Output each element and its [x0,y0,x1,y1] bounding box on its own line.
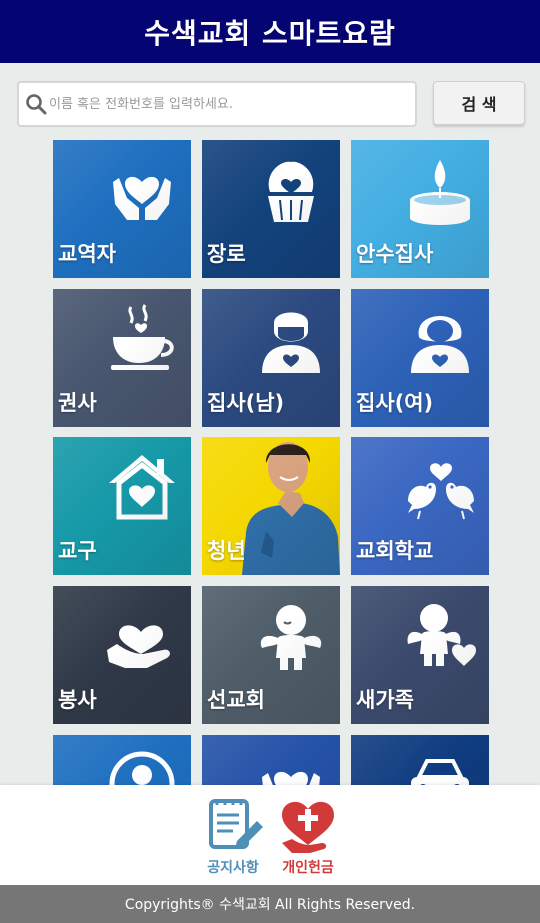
cherub-icon [260,605,322,670]
tile-deacons-female[interactable]: 집사(여) [351,289,489,427]
footer: Copyrights® 수색교회 All Rights Reserved. [0,885,540,923]
tile-row5-1[interactable] [53,735,191,785]
search-box[interactable] [17,81,417,127]
tile-row5-2[interactable] [202,735,340,785]
notice-button[interactable]: 공지사항 [198,795,268,879]
candle-icon [410,160,470,225]
menu-grid: 교역자 장로 안수집사 권사 집사(남) 집사(여) 교구 청년 교회학교 봉사… [53,140,489,785]
love-birds-icon [408,463,474,520]
tile-label: 장로 [207,242,246,266]
offering-label: 개인헌금 [282,860,334,876]
tile-elders[interactable]: 장로 [202,140,340,278]
copyright-text: Copyrights® 수색교회 All Rights Reserved. [124,897,416,913]
tile-deacons-male[interactable]: 집사(남) [202,289,340,427]
cupcake-heart-icon [268,161,314,222]
tile-label: 권사 [58,391,97,415]
search-input[interactable] [49,96,409,112]
notice-label: 공지사항 [207,860,259,876]
app-header: 수색교회 스마트요람 [0,0,540,63]
tile-row5-3[interactable] [351,735,489,785]
heart-cross-icon [282,801,334,853]
tile-label: 안수집사 [356,242,434,266]
man-heart-icon [262,312,320,373]
tile-clergy[interactable]: 교역자 [53,140,191,278]
car-icon [411,759,469,785]
search-icon [26,94,47,115]
tile-newcomers[interactable]: 새가족 [351,586,489,724]
hands-heart-icon [113,176,171,220]
tile-label: 선교회 [207,688,265,712]
tile-label: 교구 [58,539,97,563]
tile-label: 집사(남) [207,391,285,415]
offering-button[interactable]: 개인헌금 [273,795,343,879]
tile-service[interactable]: 봉사 [53,586,191,724]
tile-label: 교역자 [58,242,116,266]
tile-church-school[interactable]: 교회학교 [351,437,489,575]
hand-heart-icon [107,625,170,668]
coffee-cup-icon [111,304,174,370]
woman-heart-icon [411,316,469,373]
tile-label: 새가족 [356,688,414,712]
tile-label: 청년 [207,539,246,563]
person-circle-icon [109,751,175,785]
bottom-bar: 공지사항 개인헌금 [0,785,540,885]
tile-label: 교회학교 [356,539,434,563]
cherub-heart-icon [407,604,476,666]
tile-label: 봉사 [58,688,97,712]
tile-district[interactable]: 교구 [53,437,191,575]
tile-mission[interactable]: 선교회 [202,586,340,724]
tile-kwonsa[interactable]: 권사 [53,289,191,427]
app-title: 수색교회 스마트요람 [144,16,396,50]
tile-ordained-deacons[interactable]: 안수집사 [351,140,489,278]
house-heart-icon [109,455,175,520]
search-button[interactable]: 검 색 [433,81,525,125]
tile-youth[interactable]: 청년 [202,437,340,575]
tile-label: 집사(여) [356,391,434,415]
hands-heart-icon [262,772,320,785]
notepad-pencil-icon [209,799,263,849]
